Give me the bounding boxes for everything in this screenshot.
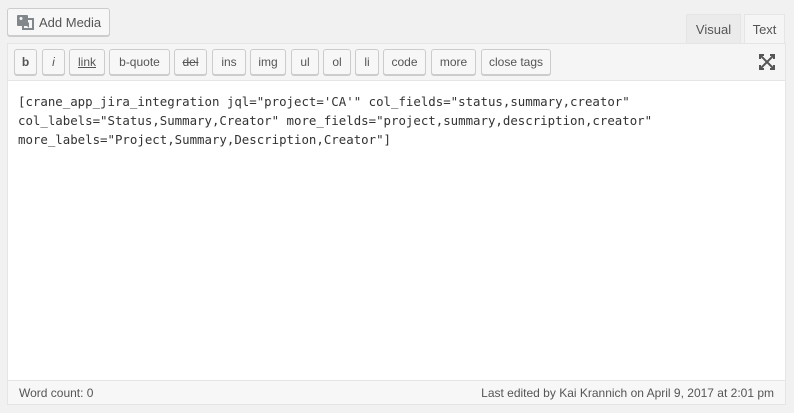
ul-button[interactable]: ul [291, 49, 319, 75]
li-button[interactable]: li [355, 49, 379, 75]
editor-container: b i link b-quote del ins img ul ol li co… [7, 43, 786, 405]
ins-button[interactable]: ins [212, 49, 246, 75]
del-button[interactable]: del [174, 49, 207, 75]
close-tags-button[interactable]: close tags [481, 49, 551, 75]
last-edited: Last edited by Kai Krannich on April 9, … [481, 385, 774, 400]
img-button[interactable]: img [250, 49, 286, 75]
tab-text[interactable]: Text [744, 14, 785, 44]
blockquote-button[interactable]: b-quote [109, 49, 170, 75]
tab-visual[interactable]: Visual [686, 14, 741, 43]
italic-button[interactable]: i [42, 49, 65, 75]
code-button[interactable]: code [383, 49, 426, 75]
add-media-button[interactable]: Add Media [7, 8, 110, 36]
status-bar: Word count: 0 Last edited by Kai Krannic… [8, 380, 785, 404]
more-button[interactable]: more [431, 49, 476, 75]
media-icon [16, 13, 34, 31]
word-count: Word count: 0 [19, 385, 94, 400]
quicktags-toolbar: b i link b-quote del ins img ul ol li co… [8, 44, 785, 81]
add-media-label: Add Media [39, 14, 102, 30]
link-button[interactable]: link [69, 49, 105, 75]
ol-button[interactable]: ol [323, 49, 351, 75]
editor-textarea[interactable]: [crane_app_jira_integration jql="project… [8, 81, 785, 381]
bold-button[interactable]: b [14, 49, 37, 75]
fullscreen-icon[interactable] [758, 53, 776, 71]
